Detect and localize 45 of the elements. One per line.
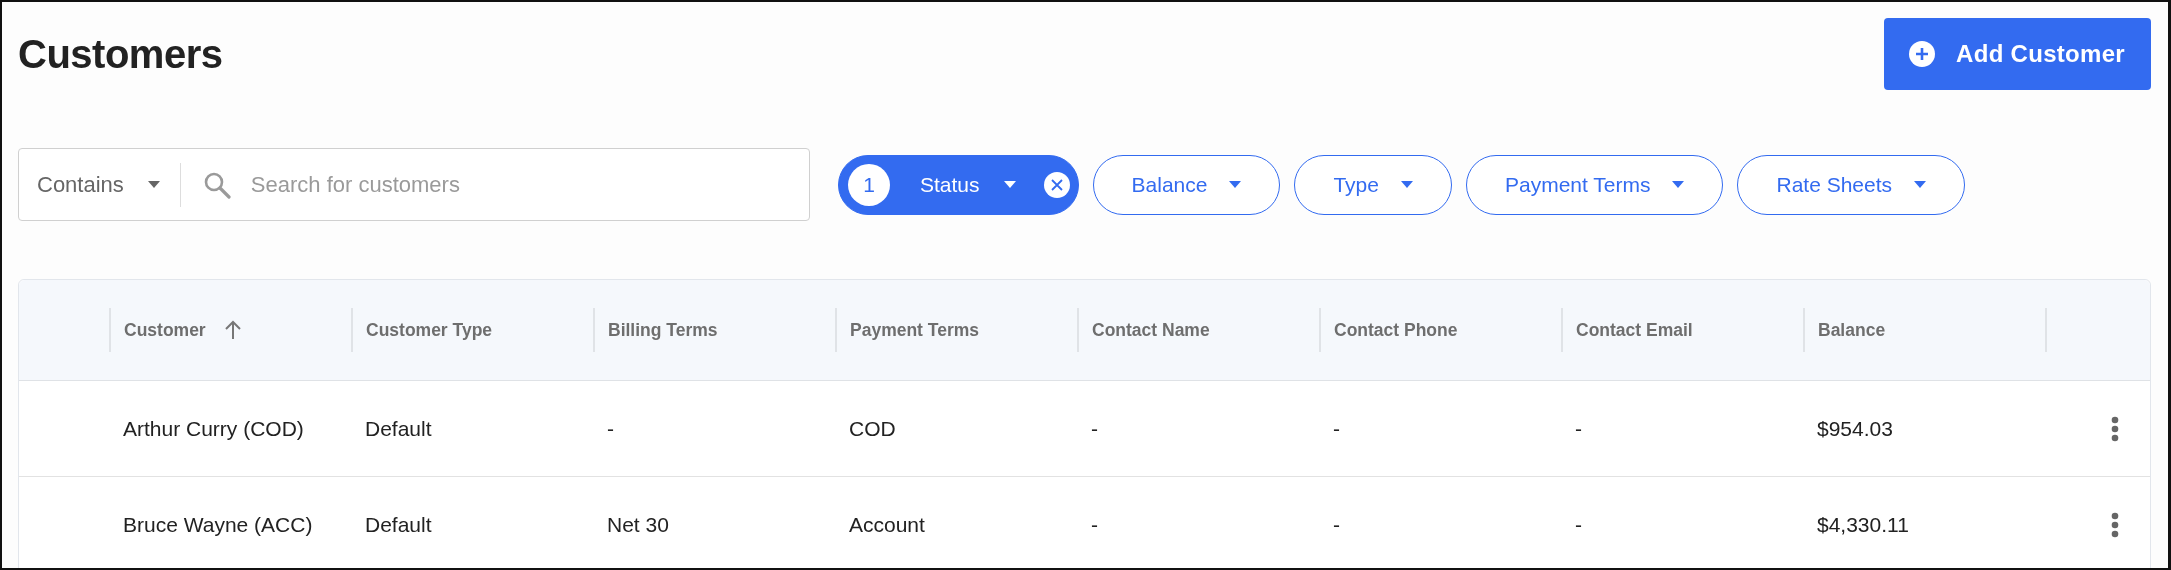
column-header[interactable]: Contact Email [1561,308,1803,352]
table-cell-text: - [1090,512,1099,537]
count-badge: 1 [848,163,890,206]
search-mode-dropdown[interactable]: Contains [19,171,180,198]
table-cell-text: Bruce Wayne (ACC) [122,512,314,537]
plus-circle-icon [1908,40,1937,68]
caret-icon [1003,181,1016,188]
caret-icon [1229,181,1242,188]
column-header[interactable]: Contact Name [1077,308,1319,352]
table-cell-text: COD [848,416,897,441]
column-header[interactable]: Balance [1803,308,2045,352]
table-cell-text: - [1332,512,1341,537]
table-cell-text: Default [364,416,433,441]
page-title: Customers [18,32,223,77]
table-cell-text: - [1574,416,1583,441]
filter-chip[interactable]: Balance [1092,154,1281,215]
table-cell-text: - [1090,416,1099,441]
close-icon [1043,171,1070,198]
add-customer-button[interactable]: Add Customer [1884,18,2151,90]
column-header[interactable]: Payment Terms [835,308,1077,352]
more-options-icon [2111,511,2119,538]
caret-icon [1914,181,1927,188]
column-header[interactable]: Contact Phone [1319,308,1561,352]
table-cell-text: - [1332,416,1341,441]
column-header[interactable]: Customer Type [351,308,593,352]
more-options-icon [2111,415,2119,442]
table-cell-text: $4,330.11 [1816,512,1910,537]
caret-icon [1400,181,1413,188]
filter-chip[interactable]: 1 Status [838,154,1079,215]
table-cell-text: Arthur Curry (COD) [122,416,305,441]
table-cell-text: Default [364,512,433,537]
search-icon [202,170,231,199]
table-cell-text: Account [848,512,926,537]
table-cell-text: - [1574,512,1583,537]
column-header[interactable]: Customer [109,308,351,352]
table-cell-text: Net 30 [606,512,670,537]
caret-icon [1672,181,1685,188]
caret-icon [147,181,160,188]
filter-chip[interactable]: Rate Sheets [1737,154,1966,215]
filter-chip[interactable]: Payment Terms [1465,154,1724,215]
filter-chip[interactable]: Type [1294,154,1452,215]
table-cell-text: - [606,416,615,441]
table-cell-text: $954.03 [1816,416,1894,441]
column-header[interactable]: Billing Terms [593,308,835,352]
search-field[interactable]: Contains Search for customers [18,148,810,221]
